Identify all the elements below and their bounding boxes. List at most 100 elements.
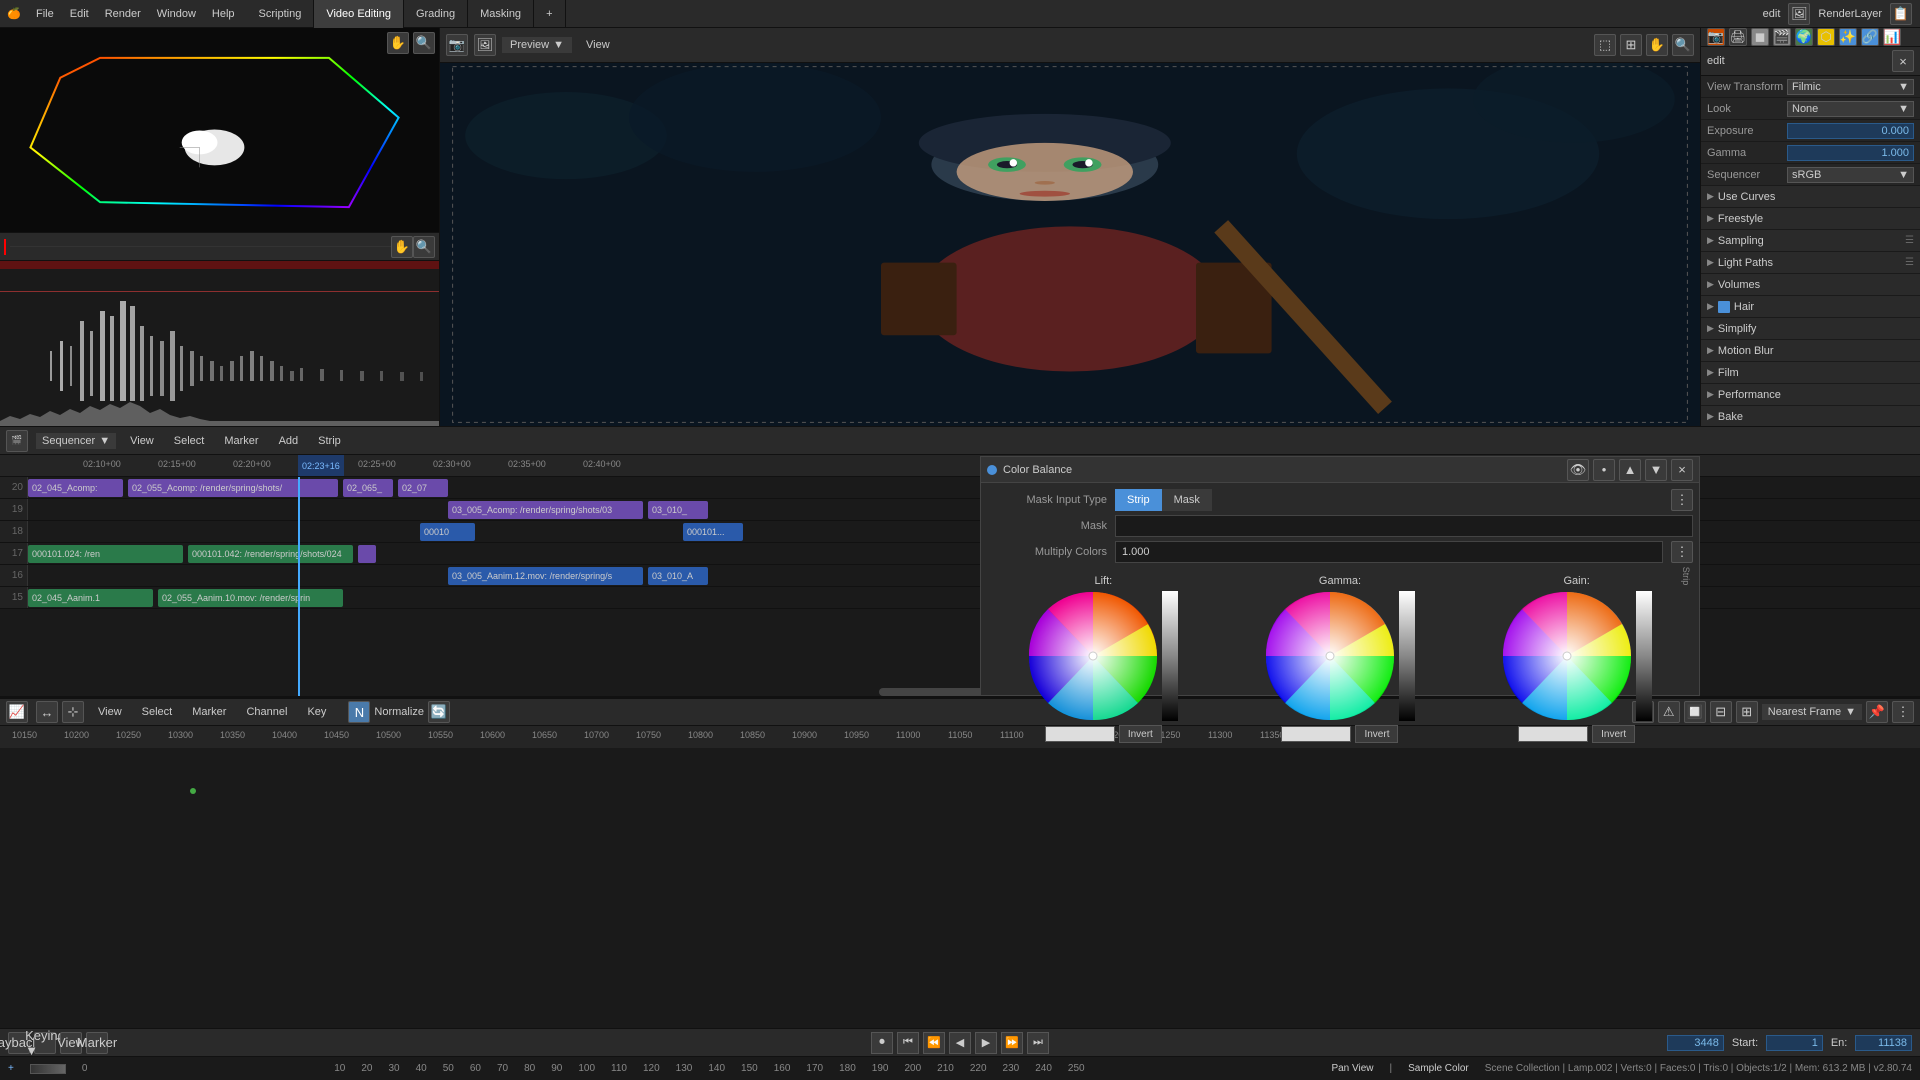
tab-grading[interactable]: Grading — [404, 0, 468, 28]
anim-pin-icon[interactable]: 📌 — [1866, 701, 1888, 723]
view-layer-icon[interactable]: ◼ — [1751, 28, 1769, 46]
keying-btn[interactable]: Keying ▼ — [34, 1032, 56, 1054]
scene-icon[interactable]: 🖼 — [1788, 3, 1810, 25]
preview-zoom[interactable]: 🔍 — [1672, 34, 1694, 56]
clip-02065[interactable]: 02_065_ — [343, 479, 393, 497]
preview-tool-1[interactable]: ⬚ — [1594, 34, 1616, 56]
normalize-icon[interactable]: N — [348, 701, 370, 723]
menu-window[interactable]: Window — [149, 0, 204, 28]
cb-dot-icon[interactable]: • — [1593, 459, 1615, 481]
gain-color-wheel[interactable] — [1502, 591, 1632, 721]
hair-checkbox[interactable] — [1718, 301, 1730, 313]
seq-menu-select[interactable]: Select — [168, 435, 211, 447]
volume-slider[interactable] — [30, 1064, 66, 1074]
menu-file[interactable]: File — [28, 0, 62, 28]
clip-000101024[interactable]: 000101.024: /ren — [28, 545, 183, 563]
normalize-refresh[interactable]: 🔄 — [428, 701, 450, 723]
cb-close-icon[interactable]: × — [1671, 459, 1693, 481]
section-use-curves[interactable]: ▶ Use Curves — [1701, 186, 1920, 208]
strip-btn[interactable]: Strip — [1115, 489, 1162, 511]
viewport-hand-tool[interactable]: ✋ — [387, 32, 409, 54]
anim-type-icon[interactable]: 📈 — [6, 701, 28, 723]
transport-next-frame[interactable]: ⏩ — [1001, 1032, 1023, 1054]
lift-color-wheel[interactable] — [1028, 591, 1158, 721]
section-film[interactable]: ▶ Film — [1701, 362, 1920, 384]
transport-prev-frame[interactable]: ⏪ — [923, 1032, 945, 1054]
particles-icon[interactable]: ✨ — [1839, 28, 1857, 46]
menu-render[interactable]: Render — [97, 0, 149, 28]
section-volumes[interactable]: ▶ Volumes — [1701, 274, 1920, 296]
clip-02055[interactable]: 02_055_Acomp: /render/spring/shots/ — [128, 479, 338, 497]
mask-extra-icon[interactable]: ⋮ — [1671, 489, 1693, 511]
cb-eye-icon[interactable]: 👁 — [1567, 459, 1589, 481]
marker-anim-btn[interactable]: Marker — [86, 1032, 108, 1054]
clip-03010a[interactable]: 03_010_A — [648, 567, 708, 585]
menu-help[interactable]: Help — [204, 0, 243, 28]
output-icon[interactable]: 🖨 — [1729, 28, 1747, 46]
constraints-icon[interactable]: 🔗 — [1861, 28, 1879, 46]
sequencer-title-btn[interactable]: Sequencer ▼ — [36, 433, 116, 449]
gamma-value[interactable]: 1.000 — [1787, 145, 1914, 161]
section-performance[interactable]: ▶ Performance — [1701, 384, 1920, 406]
object-icon[interactable]: ⬡ — [1817, 28, 1835, 46]
end-frame[interactable]: 11138 — [1855, 1035, 1912, 1051]
sequencer-dropdown[interactable]: sRGB ▼ — [1787, 167, 1914, 183]
menu-edit[interactable]: Edit — [62, 0, 97, 28]
section-hair[interactable]: ▶ Hair — [1701, 296, 1920, 318]
cb-color-dot[interactable] — [987, 465, 997, 475]
exposure-value[interactable]: 0.000 — [1787, 123, 1914, 139]
gain-invert-btn[interactable]: Invert — [1592, 725, 1635, 743]
transport-skip-end[interactable]: ⏭ — [1027, 1032, 1049, 1054]
seq-menu-marker[interactable]: Marker — [218, 435, 264, 447]
clip-0207[interactable]: 02_07 — [398, 479, 448, 497]
viewport-zoom-tool[interactable]: 🔍 — [413, 32, 435, 54]
cb-down-icon[interactable]: ▼ — [1645, 459, 1667, 481]
scene-icon-2[interactable]: 🎬 — [1773, 28, 1791, 46]
current-frame[interactable]: 3448 — [1667, 1035, 1724, 1051]
seq-menu-add[interactable]: Add — [273, 435, 305, 447]
video-preview[interactable] — [440, 63, 1700, 426]
section-bake[interactable]: ▶ Bake — [1701, 406, 1920, 426]
clip-02055aanim[interactable]: 02_055_Aanim.10.mov: /render/sprin — [158, 589, 343, 607]
anim-menu-channel[interactable]: Channel — [240, 706, 293, 718]
anim-filter-icon[interactable]: ⊟ — [1710, 701, 1732, 723]
close-icon[interactable]: × — [1892, 50, 1914, 72]
anim-extra-icon[interactable]: ⋮ — [1892, 701, 1914, 723]
tab-add[interactable]: + — [534, 0, 565, 28]
mask-btn[interactable]: Mask — [1162, 489, 1212, 511]
preview-tool-2[interactable]: ⊞ — [1620, 34, 1642, 56]
section-light-paths[interactable]: ▶ Light Paths ☰ — [1701, 252, 1920, 274]
waveform-hand-tool[interactable]: ✋ — [391, 236, 413, 258]
seq-menu-strip[interactable]: Strip — [312, 435, 347, 447]
start-frame[interactable]: 1 — [1766, 1035, 1823, 1051]
anim-tool-2[interactable]: ⊹ — [62, 701, 84, 723]
clip-000101042[interactable]: 000101.042: /render/spring/shots/024 — [188, 545, 353, 563]
clip-02045aanim[interactable]: 02_045_Aanim.1 — [28, 589, 153, 607]
anim-menu-key[interactable]: Key — [301, 706, 332, 718]
world-icon[interactable]: 🌍 — [1795, 28, 1813, 46]
tab-scripting[interactable]: Scripting — [247, 0, 315, 28]
blender-icon[interactable]: 🍊 — [0, 0, 28, 28]
section-simplify[interactable]: ▶ Simplify — [1701, 318, 1920, 340]
transport-play[interactable]: ▶ — [975, 1032, 997, 1054]
gamma-color-wheel[interactable] — [1265, 591, 1395, 721]
gamma-invert-btn[interactable]: Invert — [1355, 725, 1398, 743]
render-layer-icon[interactable]: 📋 — [1890, 3, 1912, 25]
clip-03005aanim[interactable]: 03_005_Aanim.12.mov: /render/spring/s — [448, 567, 643, 585]
data-icon[interactable]: 📊 — [1883, 28, 1901, 46]
lift-invert-btn[interactable]: Invert — [1119, 725, 1162, 743]
clip-000101[interactable]: 000101... — [683, 523, 743, 541]
anim-right-icon-5[interactable]: ⊞ — [1736, 701, 1758, 723]
anim-tool-1[interactable]: ↔ — [36, 701, 58, 723]
clip-small-purple[interactable] — [358, 545, 376, 563]
view-transform-dropdown[interactable]: Filmic ▼ — [1787, 79, 1914, 95]
anim-menu-view[interactable]: View — [92, 706, 128, 718]
tab-video-editing[interactable]: Video Editing — [314, 0, 404, 28]
render-icon[interactable]: 📷 — [1707, 28, 1725, 46]
clip-00010[interactable]: 00010 — [420, 523, 475, 541]
transport-record[interactable]: ⏺ — [871, 1032, 893, 1054]
viewport-3d[interactable]: ✋ 🔍 — [0, 28, 439, 233]
preview-icon-1[interactable]: 📷 — [446, 34, 468, 56]
seq-type-icon[interactable]: 🎬 — [6, 430, 28, 452]
animation-content[interactable] — [0, 748, 1920, 1028]
